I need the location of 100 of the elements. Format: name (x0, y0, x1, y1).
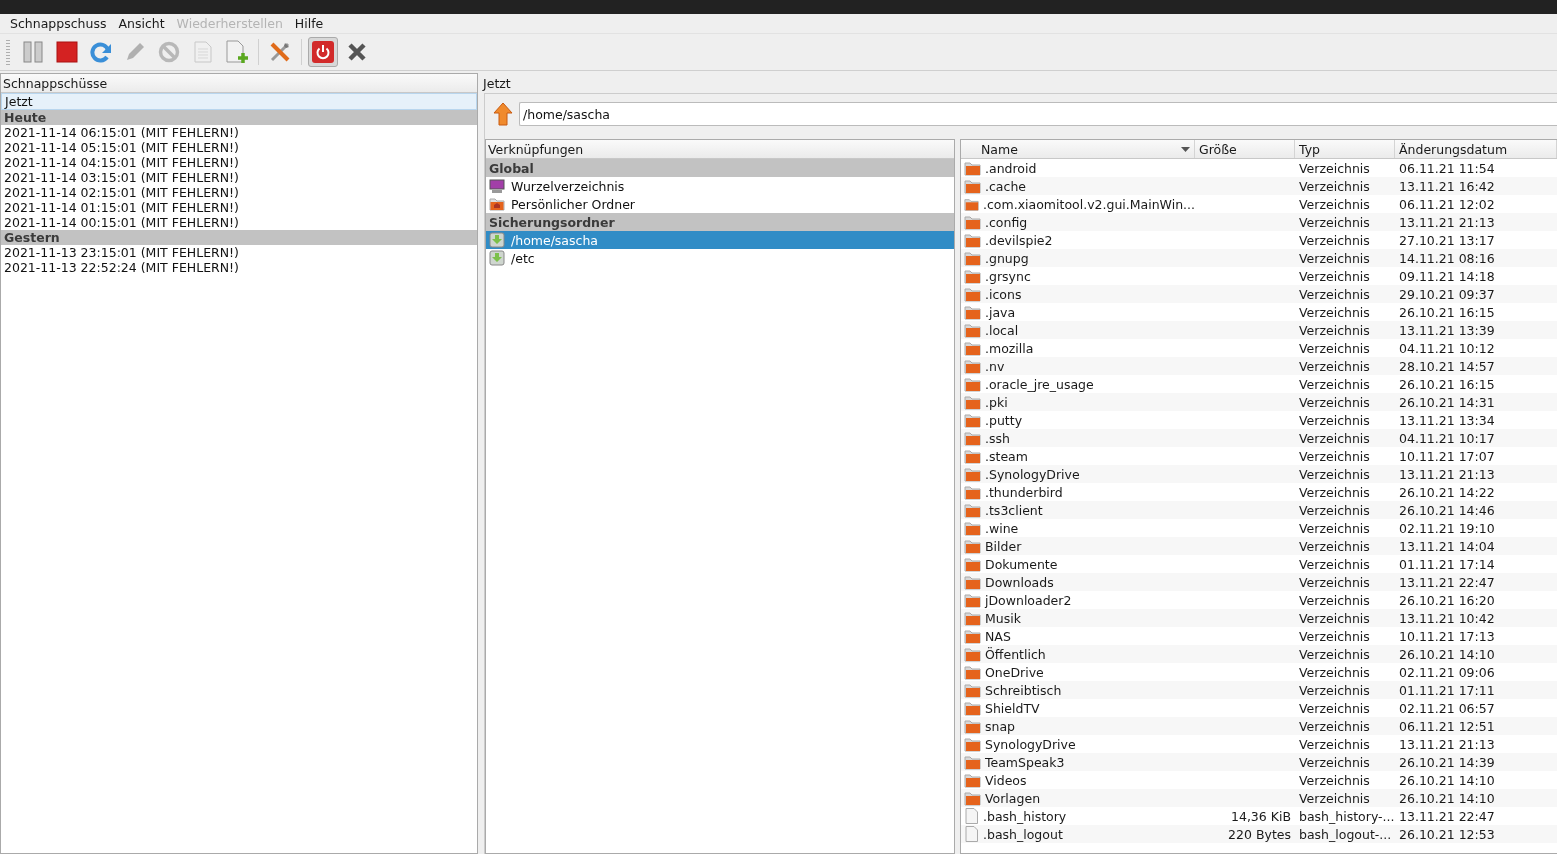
path-field[interactable]: /home/sascha (519, 102, 1557, 126)
folder-icon (964, 160, 981, 176)
modified-date: 13.11.21 21:13 (1398, 736, 1496, 752)
file-name[interactable]: .grsync (985, 268, 1031, 284)
file-name[interactable]: Musik (985, 610, 1021, 626)
file-name[interactable]: Dokumente (985, 556, 1058, 572)
snapshot-item[interactable]: 2021-11-14 02:15:01 (MIT FEHLERN!) (1, 185, 477, 200)
column-header[interactable]: Schnappschüsse (1, 74, 477, 93)
file-name[interactable]: OneDrive (985, 664, 1044, 680)
menu-item[interactable]: Schnappschuss (4, 16, 113, 31)
modified-date: 13.11.21 10:42 (1398, 610, 1496, 626)
modified-date: 13.11.21 21:13 (1398, 466, 1496, 482)
file-name[interactable]: .java (985, 304, 1016, 320)
shortcut-item[interactable]: Persönlicher Ordner (486, 195, 954, 213)
file-name[interactable]: .wine (985, 520, 1019, 536)
file-name[interactable]: .SynologyDrive (985, 466, 1080, 482)
snapshot-item[interactable]: 2021-11-14 03:15:01 (MIT FEHLERN!) (1, 170, 477, 185)
file-name[interactable]: SynologyDrive (985, 736, 1076, 752)
folder-icon (964, 700, 981, 716)
pane-title: Jetzt (482, 74, 512, 93)
file-name[interactable]: .steam (985, 448, 1028, 464)
file-name[interactable]: .cache (985, 178, 1026, 194)
modified-date: 13.11.21 16:42 (1398, 178, 1496, 194)
up-arrow-icon[interactable] (493, 102, 513, 126)
snapshot-item[interactable]: Jetzt (1, 93, 477, 110)
snapshot-item[interactable]: 2021-11-13 23:15:01 (MIT FEHLERN!) (1, 245, 477, 260)
column-header[interactable]: Verknüpfungen (486, 140, 954, 159)
file-name[interactable]: .putty (985, 412, 1023, 428)
file-type: Verzeichnis (1298, 448, 1371, 464)
folder-icon (964, 412, 981, 428)
file-type: Verzeichnis (1298, 430, 1371, 446)
column-header[interactable]: Name (961, 140, 1195, 158)
drive-download-icon (489, 232, 505, 248)
snapshot-item[interactable]: 2021-11-14 04:15:01 (MIT FEHLERN!) (1, 155, 477, 170)
file-type: Verzeichnis (1298, 592, 1371, 608)
snapshot-item[interactable]: 2021-11-14 05:15:01 (MIT FEHLERN!) (1, 140, 477, 155)
file-type: Verzeichnis (1298, 304, 1371, 320)
toolbar-grip[interactable] (6, 39, 10, 65)
file-type: Verzeichnis (1298, 556, 1371, 572)
file-name[interactable]: snap (985, 718, 1016, 734)
file-name[interactable]: .devilspie2 (985, 232, 1053, 248)
snapshot-item[interactable]: 2021-11-14 00:15:01 (MIT FEHLERN!) (1, 215, 477, 230)
snapshot-item[interactable]: 2021-11-13 22:52:24 (MIT FEHLERN!) (1, 260, 477, 275)
file-name[interactable]: .pki (985, 394, 1008, 410)
folder-icon (964, 304, 981, 320)
shortcut-item[interactable]: /etc (486, 249, 954, 267)
file-name[interactable]: .mozilla (985, 340, 1034, 356)
modified-date: 04.11.21 10:17 (1398, 430, 1496, 446)
file-name[interactable]: .bash_logout (983, 826, 1063, 842)
file-name[interactable]: ShieldTV (985, 700, 1040, 716)
column-header[interactable]: Änderungsdatum (1395, 140, 1557, 158)
file-name[interactable]: Downloads (985, 574, 1054, 590)
column-header[interactable]: Typ (1295, 140, 1395, 158)
file-type: Verzeichnis (1298, 394, 1371, 410)
file-name[interactable]: Videos (985, 772, 1027, 788)
file-name[interactable]: .bash_history (983, 808, 1067, 824)
file-name[interactable]: .ssh (985, 430, 1010, 446)
file-name[interactable]: .ts3client (985, 502, 1043, 518)
file-name[interactable]: TeamSpeak3 (985, 754, 1065, 770)
file-name[interactable]: .oracle_jre_usage (985, 376, 1094, 392)
modified-date: 06.11.21 12:02 (1398, 196, 1496, 212)
toolbar-button[interactable] (308, 37, 338, 67)
folder-icon (964, 322, 981, 338)
file-name[interactable]: .gnupg (985, 250, 1029, 266)
file-name[interactable]: jDownloader2 (985, 592, 1072, 608)
shortcut-item[interactable]: Wurzelverzeichnis (486, 177, 954, 195)
file-name[interactable]: NAS (985, 628, 1011, 644)
shortcut-item[interactable]: /home/sascha (486, 231, 954, 249)
file-name[interactable]: .com.xiaomitool.v2.gui.MainWin... (983, 196, 1195, 212)
file-name[interactable]: .nv (985, 358, 1005, 374)
file-size: 220 Bytes (1227, 826, 1292, 842)
folder-icon (964, 538, 981, 554)
file-name[interactable]: .thunderbird (985, 484, 1063, 500)
snapshot-item[interactable]: 2021-11-14 01:15:01 (MIT FEHLERN!) (1, 200, 477, 215)
folder-icon (964, 448, 981, 464)
file-type: Verzeichnis (1298, 574, 1371, 590)
folder-icon (964, 610, 981, 626)
add-document-icon (226, 40, 248, 64)
modified-date: 26.10.21 14:46 (1398, 502, 1496, 518)
file-name[interactable]: Vorlagen (985, 790, 1041, 806)
menu-item[interactable]: Ansicht (112, 16, 171, 31)
column-header[interactable]: Größe (1195, 140, 1295, 158)
file-name[interactable]: .local (985, 322, 1019, 338)
file-name[interactable]: Bilder (985, 538, 1022, 554)
file-name[interactable]: .android (985, 160, 1037, 176)
file-name[interactable]: .icons (985, 286, 1022, 302)
file-name[interactable]: .config (985, 214, 1028, 230)
folder-icon (964, 718, 981, 734)
file-type: Verzeichnis (1298, 214, 1371, 230)
file-type: Verzeichnis (1298, 538, 1371, 554)
pause-icon (22, 40, 44, 64)
file-name[interactable]: Schreibtisch (985, 682, 1062, 698)
snapshot-item[interactable]: 2021-11-14 06:15:01 (MIT FEHLERN!) (1, 125, 477, 140)
modified-date: 06.11.21 12:51 (1398, 718, 1496, 734)
folder-icon (964, 628, 981, 644)
file-name[interactable]: Öffentlich (985, 646, 1046, 662)
folder-icon (964, 340, 981, 356)
menu-item[interactable]: Hilfe (288, 16, 330, 31)
modified-date: 13.11.21 13:39 (1398, 322, 1496, 338)
file-type: Verzeichnis (1298, 718, 1371, 734)
